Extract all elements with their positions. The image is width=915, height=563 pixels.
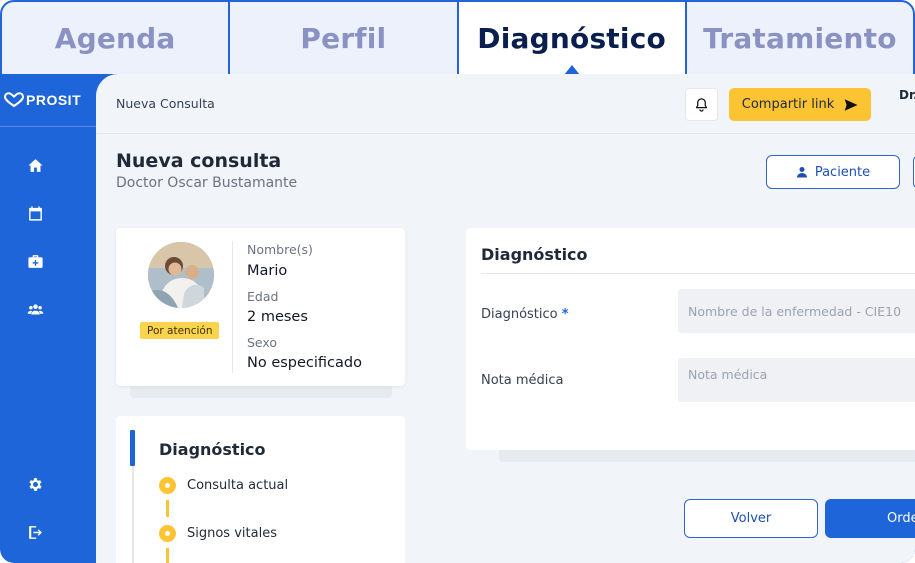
diagnosis-form-card: Diagnóstico Diagnóstico * Nota médica: [466, 228, 915, 450]
step-connector: [166, 500, 169, 517]
send-icon: [844, 98, 858, 111]
step-dot-icon: [159, 477, 176, 494]
heart-logo-icon: [4, 92, 24, 108]
step-signos-vitales[interactable]: Signos vitales: [187, 526, 277, 541]
tab-diagnostico[interactable]: Diagnóstico: [458, 2, 687, 74]
doctor-name: Dr.: [899, 88, 915, 102]
patient-button-label: Paciente: [814, 164, 871, 180]
patient-card: Por atención Nombre(s) Mario Edad 2 mese…: [116, 228, 405, 386]
users-icon: [27, 303, 43, 314]
brand-logo[interactable]: PROSIT: [4, 92, 81, 108]
patient-photo: [148, 242, 214, 308]
sidebar-item-users[interactable]: [25, 299, 45, 319]
sex-label: Sexo: [247, 335, 278, 350]
steps-track: [132, 466, 134, 563]
sidebar-item-settings[interactable]: [25, 474, 45, 494]
brand-name: PROSIT: [26, 92, 82, 108]
step-dot-icon: [159, 525, 176, 542]
diagnosis-label-text: Diagnóstico: [481, 307, 558, 322]
next-button[interactable]: Orde: [825, 499, 915, 538]
diagnosis-form-divider: [481, 273, 915, 274]
diagnosis-field-label: Diagnóstico *: [481, 307, 569, 322]
page-title: Nueva consulta: [116, 150, 282, 172]
bell-icon: [695, 98, 708, 112]
name-label: Nombre(s): [247, 242, 313, 257]
user-icon: [796, 167, 807, 178]
section-tabbar: Agenda Perfil Diagnóstico Tratamiento: [0, 0, 915, 76]
tab-agenda[interactable]: Agenda: [2, 2, 231, 74]
diagnosis-input[interactable]: [678, 289, 915, 333]
medical-kit-icon: [27, 254, 43, 268]
step-consulta-actual[interactable]: Consulta actual: [187, 478, 288, 493]
share-link-button[interactable]: Compartir link: [729, 88, 871, 121]
note-field-label: Nota médica: [481, 373, 564, 388]
required-mark: *: [561, 307, 569, 322]
share-link-label: Compartir link: [741, 97, 835, 112]
step-connector: [166, 548, 169, 563]
tab-tratamiento[interactable]: Tratamiento: [687, 2, 913, 74]
sidebar-item-medical[interactable]: [25, 251, 45, 271]
sidebar-divider: [0, 126, 96, 127]
breadcrumb: Nueva Consulta: [116, 96, 215, 111]
app-window: PROSIT Nueva Consulta Compartir link Dr …: [0, 74, 915, 563]
steps-card: Diagnóstico Consulta actual Signos vital…: [116, 416, 405, 563]
diagnosis-form-title: Diagnóstico: [481, 245, 588, 264]
sex-value: No especificado: [247, 355, 362, 371]
sidebar-item-calendar[interactable]: [25, 203, 45, 223]
calendar-icon: [28, 205, 42, 221]
logout-icon: [28, 525, 42, 539]
page-subtitle: Doctor Oscar Bustamante: [116, 175, 298, 191]
sidebar: PROSIT: [0, 74, 96, 563]
back-button[interactable]: Volver: [684, 499, 818, 538]
home-icon: [27, 158, 43, 172]
patient-button[interactable]: Paciente: [766, 155, 900, 189]
main-content: Nueva Consulta Compartir link Dr. Nueva …: [96, 74, 915, 563]
avatar: [148, 242, 214, 308]
tab-perfil[interactable]: Perfil: [230, 2, 459, 74]
notifications-button[interactable]: [685, 88, 718, 121]
steps-active-indicator: [130, 430, 135, 466]
tab-diagnostico-label: Diagnóstico: [477, 21, 666, 55]
age-label: Edad: [247, 289, 279, 304]
medical-note-input[interactable]: [678, 358, 915, 402]
name-value: Mario: [247, 263, 288, 279]
sidebar-item-home[interactable]: [25, 155, 45, 175]
back-button-label: Volver: [730, 511, 772, 526]
steps-title: Diagnóstico: [159, 440, 266, 459]
next-button-label: Orde: [887, 511, 915, 526]
top-bar: Nueva Consulta Compartir link Dr.: [96, 74, 915, 134]
gear-icon: [28, 477, 42, 491]
sidebar-item-logout[interactable]: [25, 522, 45, 542]
status-badge: Por atención: [140, 322, 220, 339]
patient-card-divider: [232, 241, 233, 373]
age-value: 2 meses: [247, 309, 308, 325]
